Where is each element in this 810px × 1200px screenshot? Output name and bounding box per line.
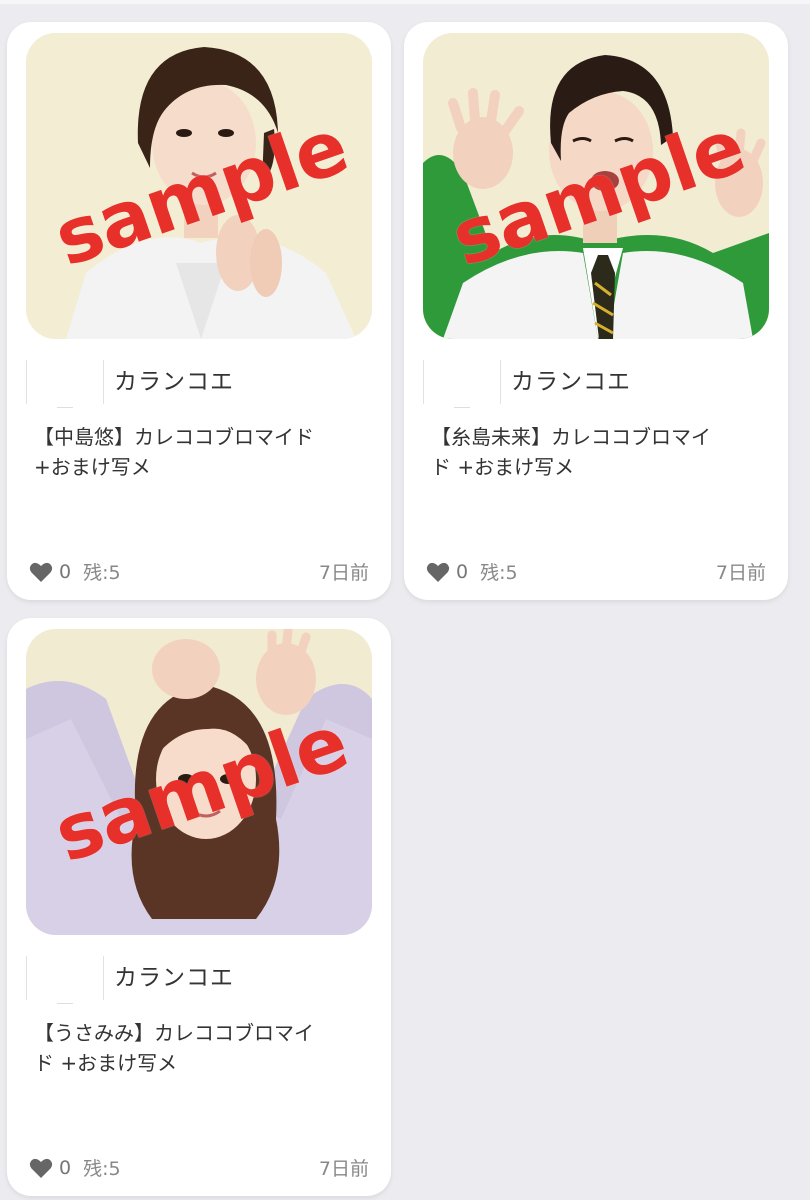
like-group[interactable]: 0 残:5	[29, 1154, 121, 1181]
heart-icon[interactable]	[29, 561, 53, 583]
product-card[interactable]: sample カランコエ 【うさみみ】カレココブロマイ ド +おまけ写メ 0 残…	[7, 618, 391, 1196]
product-photo-image	[26, 629, 372, 935]
posted-date: 7日前	[715, 562, 766, 584]
shop-info[interactable]: カランコエ	[26, 952, 372, 1004]
card-footer: 0 残:5 7日前	[29, 558, 369, 586]
posted-date: 7日前	[318, 1158, 369, 1180]
product-photo[interactable]: sample	[423, 33, 769, 339]
like-count: 0	[59, 1156, 72, 1179]
shop-name: カランコエ	[511, 369, 631, 395]
product-photo[interactable]: sample	[26, 629, 372, 935]
shop-name: カランコエ	[114, 965, 234, 991]
product-card[interactable]: sample カランコエ 【糸島未来】カレココブロマイ ド +おまけ写メ 0 残…	[404, 22, 788, 600]
heart-icon[interactable]	[426, 561, 450, 583]
like-count: 0	[59, 560, 72, 583]
shop-avatar	[26, 956, 104, 1004]
product-grid: sample カランコエ 【中島悠】カレココブロマイド +おまけ写メ 0 残:5…	[0, 0, 810, 1200]
stock-remaining: 残:5	[83, 562, 121, 584]
shop-avatar	[26, 360, 104, 408]
shop-name: カランコエ	[114, 369, 234, 395]
like-group[interactable]: 0 残:5	[29, 558, 121, 585]
shop-avatar	[423, 360, 501, 408]
stock-remaining: 残:5	[83, 1158, 121, 1180]
card-footer: 0 残:5 7日前	[29, 1154, 369, 1182]
product-title[interactable]: 【うさみみ】カレココブロマイ ド +おまけ写メ	[34, 1018, 354, 1078]
product-title[interactable]: 【糸島未来】カレココブロマイ ド +おまけ写メ	[431, 422, 751, 482]
like-group[interactable]: 0 残:5	[426, 558, 518, 585]
card-footer: 0 残:5 7日前	[426, 558, 766, 586]
product-photo-image	[26, 33, 372, 339]
shop-info[interactable]: カランコエ	[26, 356, 372, 408]
product-photo[interactable]: sample	[26, 33, 372, 339]
stock-remaining: 残:5	[480, 562, 518, 584]
posted-date: 7日前	[318, 562, 369, 584]
product-card[interactable]: sample カランコエ 【中島悠】カレココブロマイド +おまけ写メ 0 残:5…	[7, 22, 391, 600]
like-count: 0	[456, 560, 469, 583]
product-photo-image	[423, 33, 769, 339]
product-title[interactable]: 【中島悠】カレココブロマイド +おまけ写メ	[34, 422, 354, 482]
heart-icon[interactable]	[29, 1157, 53, 1179]
shop-info[interactable]: カランコエ	[423, 356, 769, 408]
